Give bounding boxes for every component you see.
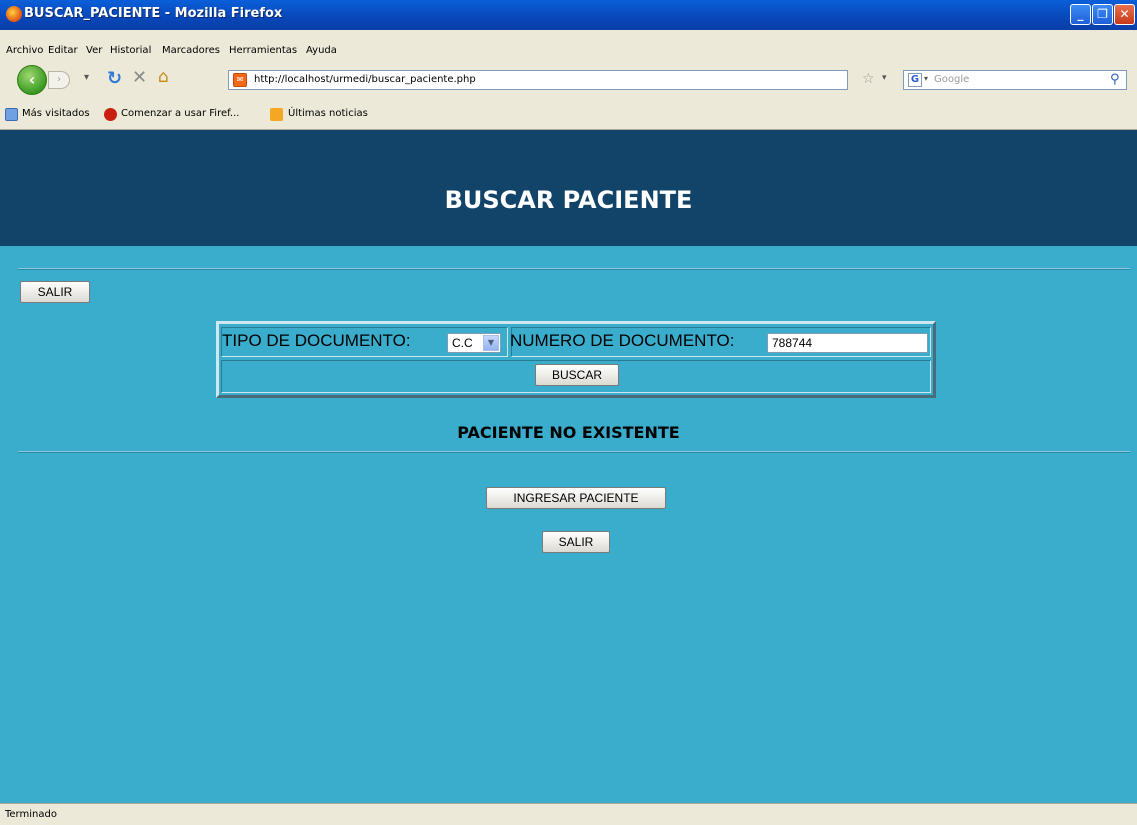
rss-feed-icon: [270, 108, 283, 121]
firefox-icon: [6, 6, 22, 22]
close-button[interactable]: ✕: [1114, 4, 1135, 25]
tipo-documento-label: TIPO DE DOCUMENTO:: [222, 331, 411, 350]
back-arrow-icon[interactable]: ‹: [17, 65, 47, 95]
window-title-bar: BUSCAR_PACIENTE - Mozilla Firefox _ ❐ ✕: [0, 0, 1137, 30]
window-title: BUSCAR_PACIENTE - Mozilla Firefox: [24, 6, 283, 21]
maximize-button[interactable]: ❐: [1092, 4, 1113, 25]
site-favicon-icon: ✉: [233, 73, 247, 87]
page-title: BUSCAR PACIENTE: [444, 186, 693, 214]
ingresar-paciente-button[interactable]: INGRESAR PACIENTE: [486, 487, 666, 509]
menu-item-archivo[interactable]: Archivo: [6, 45, 43, 56]
search-bar[interactable]: G ▾ Google ⚲: [903, 70, 1127, 90]
tipo-documento-select[interactable]: C.C ▼: [447, 333, 501, 353]
menu-item-editar[interactable]: Editar: [48, 45, 78, 56]
reload-icon[interactable]: ↻: [107, 68, 122, 89]
forward-arrow-icon[interactable]: ›: [48, 71, 70, 89]
page-header: BUSCAR PACIENTE: [0, 130, 1137, 246]
search-icon[interactable]: ⚲: [1110, 72, 1120, 87]
salir-top-button[interactable]: SALIR: [20, 281, 90, 303]
numero-documento-label: NUMERO DE DOCUMENTO:: [510, 331, 735, 350]
bookmark-star-icon[interactable]: ☆: [862, 71, 875, 87]
history-dropdown-icon[interactable]: ▾: [84, 72, 89, 83]
address-bar[interactable]: ✉ http://localhost/urmedi/buscar_pacient…: [228, 70, 848, 90]
firefox-getting-started-icon: [104, 108, 117, 121]
menu-item-historial[interactable]: Historial: [110, 45, 151, 56]
address-url[interactable]: http://localhost/urmedi/buscar_paciente.…: [254, 74, 476, 85]
search-placeholder[interactable]: Google: [934, 74, 969, 85]
menu-item-ayuda[interactable]: Ayuda: [306, 45, 337, 56]
menu-bar: Archivo Editar Ver Historial Marcadores …: [0, 30, 1137, 82]
tipo-documento-value[interactable]: C.C: [452, 336, 473, 350]
result-message: PACIENTE NO EXISTENTE: [457, 423, 680, 442]
navigation-toolbar: ‹ › ▾ ↻ ✕ ⌂ ✉ http://localhost/urmedi/bu…: [0, 60, 1137, 100]
status-bar: Terminado: [0, 803, 1137, 825]
menu-item-marcadores[interactable]: Marcadores: [162, 45, 220, 56]
menu-item-herramientas[interactable]: Herramientas: [229, 45, 297, 56]
url-dropdown-icon[interactable]: ▾: [882, 73, 887, 83]
divider: [18, 451, 1130, 453]
bookmarks-toolbar: Más visitados Comenzar a usar Firef... Ú…: [0, 100, 1137, 130]
minimize-button[interactable]: _: [1070, 4, 1091, 25]
stop-icon[interactable]: ✕: [132, 67, 147, 88]
status-text: Terminado: [5, 809, 57, 820]
buscar-button[interactable]: BUSCAR: [535, 364, 619, 386]
search-engine-dropdown-icon[interactable]: ▾: [924, 74, 928, 83]
salir-bottom-button[interactable]: SALIR: [542, 531, 610, 553]
divider: [18, 268, 1130, 270]
home-icon[interactable]: ⌂: [158, 67, 169, 87]
chevron-down-icon[interactable]: ▼: [483, 335, 499, 351]
bookmark-mas-visitados[interactable]: Más visitados: [22, 108, 90, 119]
google-icon[interactable]: G: [908, 73, 922, 87]
most-visited-icon: [5, 108, 18, 121]
numero-documento-input[interactable]: [767, 333, 928, 353]
bookmark-ultimas-noticias[interactable]: Últimas noticias: [288, 108, 368, 119]
bookmark-comenzar[interactable]: Comenzar a usar Firef...: [121, 108, 239, 119]
menu-item-ver[interactable]: Ver: [86, 45, 102, 56]
